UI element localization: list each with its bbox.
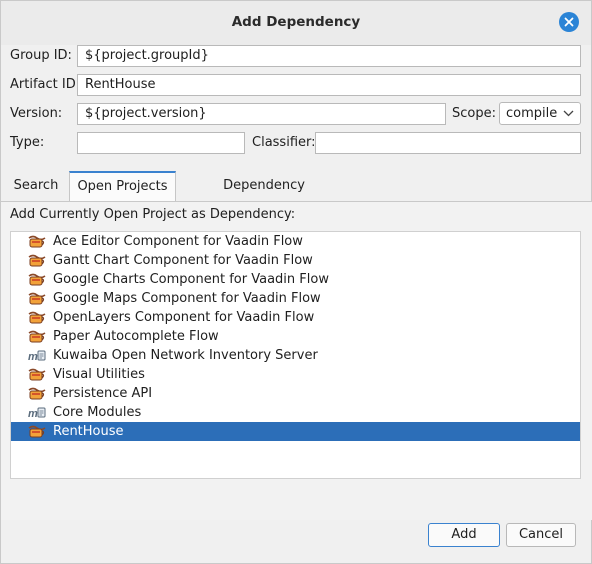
classifier-field[interactable] <box>315 132 581 154</box>
artifact-id-label: Artifact ID: <box>10 77 81 92</box>
open-projects-list[interactable]: Ace Editor Component for Vaadin Flow Gant… <box>10 231 581 479</box>
project-list-item[interactable]: Google Charts Component for Vaadin Flow <box>11 270 580 289</box>
chevron-down-icon <box>563 110 574 117</box>
tab-open-projects[interactable]: Open Projects <box>69 171 176 201</box>
project-list-item[interactable]: OpenLayers Component for Vaadin Flow <box>11 308 580 327</box>
project-list-item[interactable]: Persistence API <box>11 384 580 403</box>
add-button[interactable]: Add <box>428 523 500 547</box>
svg-text:m: m <box>28 408 38 420</box>
project-list-item[interactable]: Gantt Chart Component for Vaadin Flow <box>11 251 580 270</box>
scope-select[interactable]: compile <box>499 102 581 125</box>
maven-project-icon <box>28 272 46 287</box>
project-list-item[interactable]: m Kuwaiba Open Network Inventory Server <box>11 346 580 365</box>
tab-bar: Search Open Projects Dependency Manageme… <box>1 171 592 223</box>
version-label: Version: <box>10 106 63 121</box>
maven-pom-icon: m <box>28 348 46 363</box>
maven-pom-icon: m <box>28 405 46 420</box>
project-list-item[interactable]: Paper Autocomplete Flow <box>11 327 580 346</box>
maven-project-icon <box>28 234 46 249</box>
type-field[interactable] <box>77 132 245 154</box>
svg-text:m: m <box>28 351 38 363</box>
close-icon <box>564 17 574 27</box>
maven-project-icon <box>28 310 46 325</box>
maven-project-icon <box>28 329 46 344</box>
project-list-item-label: OpenLayers Component for Vaadin Flow <box>53 310 315 325</box>
cancel-button[interactable]: Cancel <box>506 523 576 547</box>
project-list-item[interactable]: Ace Editor Component for Vaadin Flow <box>11 232 580 251</box>
project-list-item[interactable]: RentHouse <box>11 422 580 441</box>
type-label: Type: <box>10 135 45 150</box>
scope-value: compile <box>506 106 558 121</box>
maven-project-icon <box>28 367 46 382</box>
maven-project-icon <box>28 253 46 268</box>
project-list-item-label: Persistence API <box>53 386 153 401</box>
project-list-item-label: Kuwaiba Open Network Inventory Server <box>53 348 318 363</box>
project-list-item[interactable]: m Core Modules <box>11 403 580 422</box>
project-list-item[interactable]: Visual Utilities <box>11 365 580 384</box>
close-button[interactable] <box>559 12 579 32</box>
project-list-item-label: Google Maps Component for Vaadin Flow <box>53 291 321 306</box>
group-id-field[interactable]: ${project.groupId} <box>77 45 581 67</box>
scope-label: Scope: <box>452 106 496 121</box>
project-list-item[interactable]: Google Maps Component for Vaadin Flow <box>11 289 580 308</box>
version-field[interactable]: ${project.version} <box>77 103 446 125</box>
maven-project-icon <box>28 424 46 439</box>
project-list-item-label: Core Modules <box>53 405 142 420</box>
title-bar: Add Dependency <box>1 1 591 45</box>
project-list-item-label: Paper Autocomplete Flow <box>53 329 219 344</box>
project-list-item-label: Gantt Chart Component for Vaadin Flow <box>53 253 313 268</box>
open-projects-heading: Add Currently Open Project as Dependency… <box>10 207 296 222</box>
tab-search[interactable]: Search <box>7 171 65 201</box>
project-list-item-label: Google Charts Component for Vaadin Flow <box>53 272 329 287</box>
artifact-id-field[interactable]: RentHouse <box>77 74 581 96</box>
tab-dependency-management[interactable]: Dependency Management <box>180 171 348 223</box>
maven-project-icon <box>28 291 46 306</box>
classifier-label: Classifier: <box>252 135 316 150</box>
add-dependency-dialog: Add Dependency Group ID: ${project.group… <box>0 0 592 564</box>
project-list-item-label: RentHouse <box>53 424 124 439</box>
project-list-item-label: Visual Utilities <box>53 367 145 382</box>
project-list-item-label: Ace Editor Component for Vaadin Flow <box>53 234 303 249</box>
group-id-label: Group ID: <box>10 48 72 63</box>
dialog-title: Add Dependency <box>231 14 361 30</box>
maven-project-icon <box>28 386 46 401</box>
